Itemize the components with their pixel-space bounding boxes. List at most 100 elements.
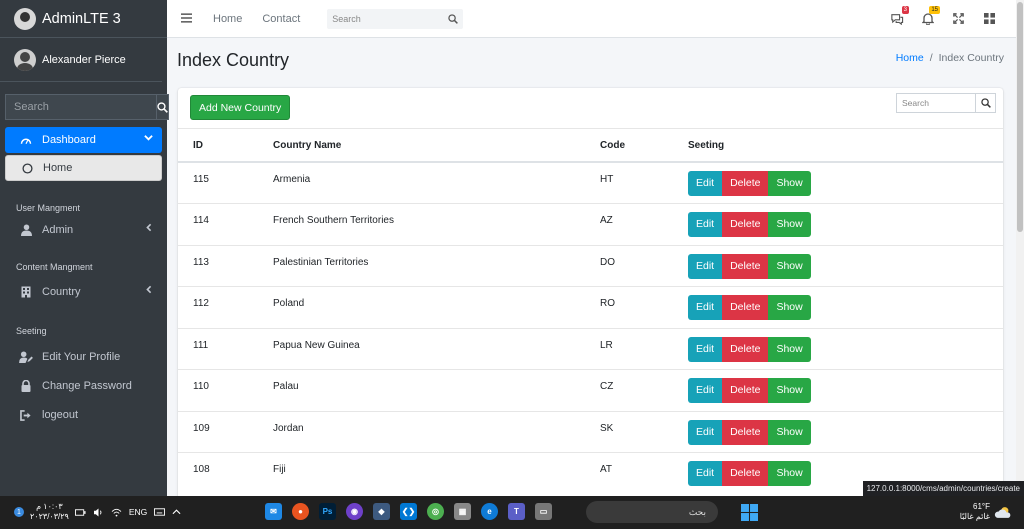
cell-id: 111	[178, 327, 273, 370]
sidebar-item-admin[interactable]: Admin	[5, 217, 162, 243]
edit-button[interactable]: Edit	[688, 295, 723, 320]
wifi-icon[interactable]	[111, 508, 122, 517]
table-row: 111 Papua New Guinea LR Edit Delete Show	[178, 327, 1003, 370]
cell-actions: Edit Delete Show	[688, 286, 1003, 328]
navbar-search-button[interactable]	[443, 9, 463, 29]
cell-actions: Edit Delete Show	[688, 161, 1003, 204]
lock-icon	[19, 380, 33, 392]
sidebar-search-input[interactable]	[5, 94, 156, 120]
comments-icon	[890, 13, 903, 25]
cell-id: 110	[178, 369, 273, 411]
chrome-app-icon[interactable]: ◎	[427, 503, 444, 520]
brand-logo	[14, 7, 36, 30]
notifications-badge: 15	[929, 6, 940, 14]
cell-actions: Edit Delete Show	[688, 369, 1003, 411]
mysql-app-icon[interactable]: ◆	[373, 503, 390, 520]
taskbar-search[interactable]: بحث	[586, 501, 718, 523]
scrollbar-thumb[interactable]	[1017, 2, 1023, 232]
sidebar-item-country[interactable]: Country	[5, 279, 162, 305]
user-panel[interactable]: Alexander Pierce	[0, 38, 162, 82]
navbar-search-input[interactable]	[327, 8, 444, 29]
show-button[interactable]: Show	[768, 253, 811, 279]
fullscreen-button[interactable]	[950, 10, 967, 27]
sidebar-item-label: Home	[43, 162, 73, 174]
delete-button[interactable]: Delete	[722, 253, 769, 279]
table-search-button[interactable]	[976, 93, 996, 113]
notifications-button[interactable]: 15	[919, 6, 940, 27]
show-button[interactable]: Show	[768, 336, 811, 362]
delete-button[interactable]: Delete	[722, 336, 769, 362]
notification-count[interactable]: 1	[14, 507, 24, 517]
edit-button[interactable]: Edit	[688, 253, 723, 279]
mail-app-icon[interactable]: ✉	[265, 503, 282, 520]
sidebar: AdminLTE 3 Alexander Pierce Dashboard Ho…	[0, 0, 169, 496]
add-country-button[interactable]: Add New Country	[190, 95, 291, 120]
chevron-left-icon	[145, 285, 153, 297]
control-sidebar-button[interactable]	[981, 10, 998, 27]
show-button[interactable]: Show	[768, 378, 811, 403]
table-row: 113 Palestinian Territories DO Edit Delet…	[178, 244, 1003, 287]
brand-link[interactable]: AdminLTE 3	[0, 0, 167, 38]
edit-button[interactable]: Edit	[688, 461, 723, 486]
battery-icon[interactable]	[74, 508, 86, 517]
delete-button[interactable]: Delete	[722, 295, 769, 320]
vscode-app-icon[interactable]: ❮❯	[400, 503, 417, 520]
menu-toggle[interactable]	[181, 11, 193, 26]
app-icon[interactable]: ▭	[535, 503, 552, 520]
nav-header-content: Content Mangment	[16, 262, 93, 272]
nav-link-home[interactable]: Home	[213, 13, 242, 25]
weather-temp: 61°F	[973, 502, 990, 511]
page-scrollbar[interactable]	[1016, 0, 1024, 496]
cell-country-name: Poland	[273, 286, 600, 328]
edit-button[interactable]: Edit	[688, 419, 723, 445]
edit-button[interactable]: Edit	[688, 212, 723, 237]
delete-button[interactable]: Delete	[722, 171, 769, 196]
table-row: 115 Armenia HT Edit Delete Show	[178, 161, 1003, 204]
delete-button[interactable]: Delete	[722, 419, 769, 445]
taskbar-clock[interactable]: ١٠:٠٣ م ٢٠٢٣/٠٣/٢٩	[30, 502, 69, 522]
delete-button[interactable]: Delete	[722, 378, 769, 403]
dashboard-icon	[19, 135, 33, 145]
column-code: Code	[600, 129, 688, 163]
store-app-icon[interactable]: ▦	[454, 503, 471, 520]
photoshop-app-icon[interactable]: Ps	[319, 503, 336, 520]
nav-link-contact[interactable]: Contact	[262, 13, 300, 25]
table-search-input[interactable]	[896, 93, 976, 113]
show-button[interactable]: Show	[768, 419, 811, 445]
cell-country-name: Armenia	[273, 161, 600, 204]
cell-actions: Edit Delete Show	[688, 244, 1003, 287]
grid-icon	[984, 13, 995, 24]
messages-button[interactable]: 3	[888, 6, 909, 27]
sidebar-item-edit-profile[interactable]: Edit Your Profile	[5, 344, 162, 370]
sidebar-item-logout[interactable]: logeout	[5, 402, 162, 428]
table-row: 110 Palau CZ Edit Delete Show	[178, 369, 1003, 411]
show-button[interactable]: Show	[768, 171, 811, 196]
delete-button[interactable]: Delete	[722, 212, 769, 237]
sidebar-item-dashboard[interactable]: Dashboard	[5, 127, 162, 153]
breadcrumb-home[interactable]: Home	[896, 52, 924, 64]
show-button[interactable]: Show	[768, 461, 811, 486]
sidebar-item-change-password[interactable]: Change Password	[5, 373, 162, 399]
edge-app-icon[interactable]: e	[481, 503, 498, 520]
user-name[interactable]: Alexander Pierce	[42, 54, 126, 66]
sidebar-item-home[interactable]: Home	[5, 155, 162, 181]
show-button[interactable]: Show	[768, 295, 811, 320]
ubuntu-app-icon[interactable]: ●	[292, 503, 309, 520]
edit-button[interactable]: Edit	[688, 171, 723, 196]
sidebar-item-label: Edit Your Profile	[42, 351, 121, 363]
show-button[interactable]: Show	[768, 212, 811, 237]
edit-button[interactable]: Edit	[688, 378, 723, 403]
github-app-icon[interactable]: ◉	[346, 503, 363, 520]
status-bar-url: 127.0.0.1:8000/cms/admin/countries/creat…	[862, 481, 1024, 496]
start-button[interactable]	[741, 504, 758, 524]
volume-icon[interactable]	[93, 507, 104, 517]
keyboard-icon[interactable]	[154, 508, 166, 516]
weather-widget[interactable]: 61°F غائم غالبًا	[960, 502, 1012, 522]
cell-actions: Edit Delete Show	[688, 410, 1003, 453]
delete-button[interactable]: Delete	[722, 461, 769, 486]
language-indicator[interactable]: ENG	[129, 507, 147, 517]
edit-button[interactable]: Edit	[688, 336, 723, 362]
chevron-up-icon[interactable]	[172, 509, 181, 515]
bars-icon	[181, 13, 192, 23]
teams-app-icon[interactable]: T	[508, 503, 525, 520]
